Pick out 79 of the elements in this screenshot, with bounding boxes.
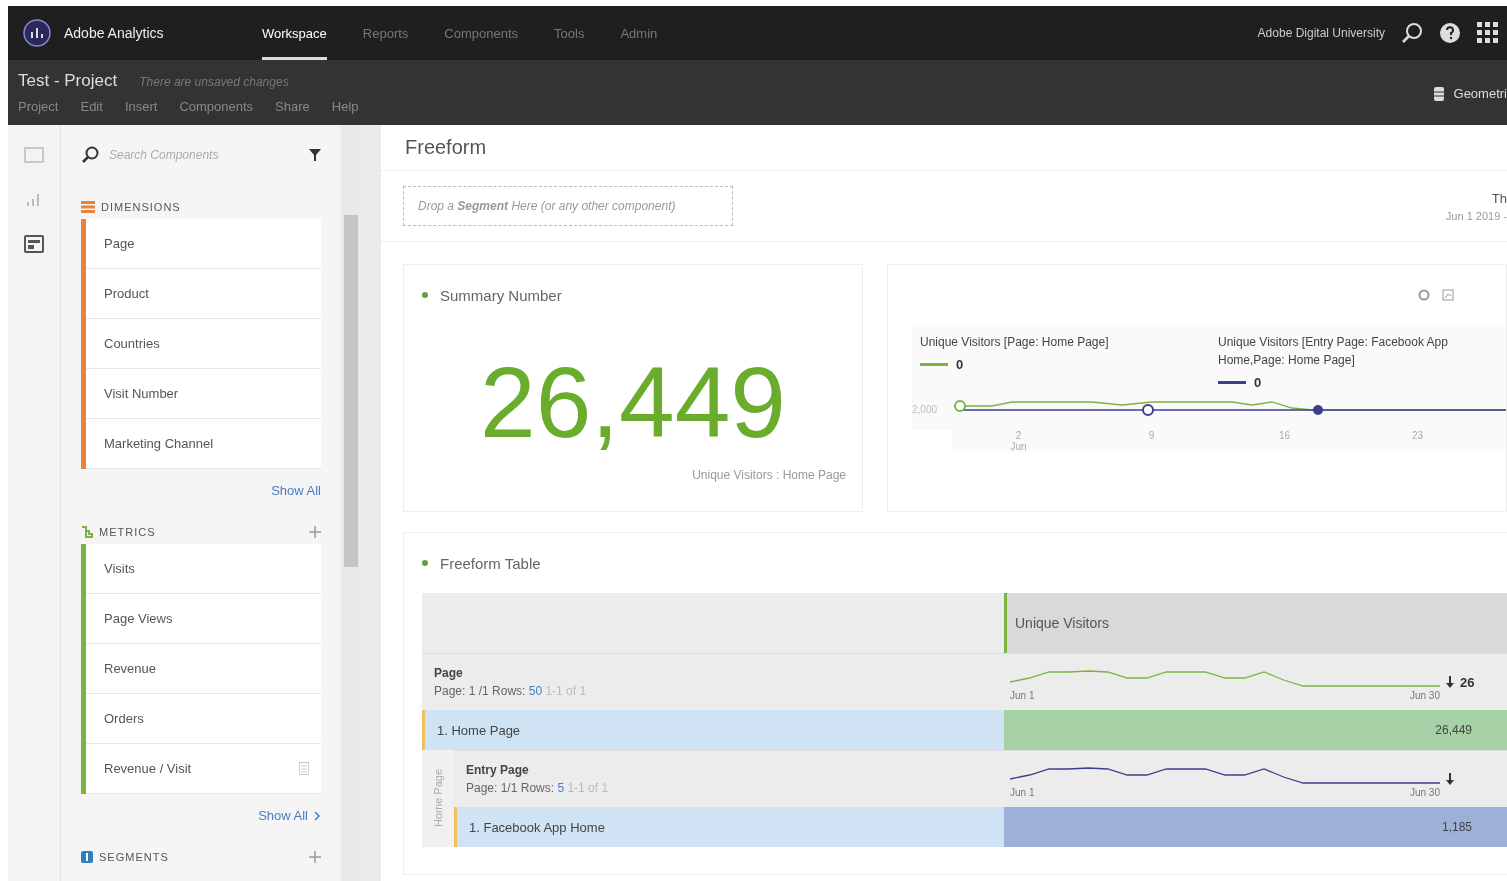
- breakdown-label: Home Page: [432, 769, 444, 828]
- component-item[interactable]: Page Views: [86, 594, 321, 644]
- x-axis-label: 23: [1410, 430, 1425, 441]
- gear-icon[interactable]: [1418, 289, 1430, 301]
- component-item[interactable]: Marketing Channel: [86, 419, 321, 469]
- search-icon[interactable]: [1401, 22, 1423, 44]
- org-name[interactable]: Adobe Digital University: [1257, 26, 1385, 40]
- nav-tab[interactable]: Tools: [554, 6, 585, 60]
- nav-tab[interactable]: Reports: [362, 6, 409, 60]
- axis-label: Jun 30: [1409, 786, 1440, 798]
- section-title: DIMENSIONS: [101, 201, 181, 213]
- chevron-icon: [314, 810, 321, 821]
- menu-item[interactable]: Project: [18, 99, 59, 114]
- unsaved-status: There are unsaved changes: [139, 75, 289, 89]
- scrollbar[interactable]: [341, 125, 361, 881]
- show-all-link[interactable]: Show All: [258, 808, 321, 823]
- row-label[interactable]: 1. Facebook App Home: [454, 807, 1004, 847]
- x-axis-label: 9: [1147, 430, 1156, 441]
- project-title: Test - Project: [18, 71, 118, 91]
- x-axis-label: 2: [1014, 430, 1023, 441]
- menu-item[interactable]: Components: [179, 99, 254, 114]
- menu-item[interactable]: Share: [275, 99, 310, 114]
- show-all-link[interactable]: Show All: [271, 483, 321, 498]
- total-value: 26: [1460, 674, 1475, 690]
- component-item[interactable]: Revenue / Visit: [86, 744, 321, 794]
- component-item[interactable]: Product: [86, 269, 321, 319]
- card-title: Freeform Table: [440, 554, 541, 572]
- filter-icon[interactable]: [309, 149, 321, 161]
- section-title: SEGMENTS: [99, 851, 169, 863]
- apps-grid-icon[interactable]: [1477, 22, 1499, 44]
- axis-label: Jun 1: [1010, 689, 1035, 701]
- panel-icon: [24, 147, 44, 163]
- help-icon[interactable]: [1439, 22, 1461, 44]
- legend-label: Unique Visitors [Page: Home Page]: [920, 334, 1110, 351]
- menu-item[interactable]: Insert: [124, 99, 158, 114]
- components-icon: [24, 235, 44, 253]
- legend-value: 0: [956, 357, 964, 372]
- report-suite[interactable]: Geometri: [1453, 86, 1507, 101]
- rail-button[interactable]: [24, 235, 44, 253]
- component-item[interactable]: Visit Number: [86, 369, 321, 419]
- search-icon: [81, 146, 99, 164]
- sort-icon: [1446, 676, 1454, 688]
- dimension-name: Entry Page: [466, 763, 530, 777]
- x-axis-label: 16: [1277, 430, 1292, 441]
- component-item[interactable]: Visits: [86, 544, 321, 594]
- menu-item[interactable]: Edit: [80, 99, 103, 114]
- column-header[interactable]: Unique Visitors: [1004, 593, 1507, 653]
- sort-icon: [1446, 773, 1454, 785]
- legend-value: 0: [1254, 375, 1262, 390]
- add-icon[interactable]: [309, 851, 321, 863]
- axis-label: Jun 1: [1010, 786, 1035, 798]
- app-name: Adobe Analytics: [64, 25, 164, 41]
- add-icon[interactable]: [309, 526, 321, 538]
- section-title: METRICS: [99, 526, 156, 538]
- date-title: Th: [1491, 190, 1507, 206]
- chart-toggle-icon[interactable]: [1442, 289, 1454, 301]
- nav-tab[interactable]: Admin: [620, 6, 658, 60]
- calculator-icon: [299, 762, 309, 775]
- axis-label: Jun 30: [1409, 689, 1440, 701]
- row-label[interactable]: 1. Home Page: [422, 710, 1004, 750]
- y-axis-label: 2,000: [912, 403, 939, 417]
- menu-item[interactable]: Help: [331, 99, 359, 114]
- component-item[interactable]: Countries: [86, 319, 321, 369]
- value-cell: 1,185: [1004, 807, 1507, 847]
- panel-title: Freeform: [381, 125, 1507, 171]
- summary-caption: Unique Visitors : Home Page: [692, 468, 846, 482]
- component-item[interactable]: Orders: [86, 694, 321, 744]
- value-cell: 26,449: [1004, 710, 1507, 750]
- summary-value: 26,449: [479, 345, 787, 460]
- component-item[interactable]: Page: [86, 219, 321, 269]
- component-item[interactable]: Revenue: [86, 644, 321, 694]
- x-axis-label: Jun: [1009, 441, 1028, 452]
- legend-label: Unique Visitors [Entry Page: Facebook App Home,Page: Home Page]: [1218, 334, 1449, 369]
- nav-tab[interactable]: Components: [444, 6, 519, 60]
- database-icon: [1433, 86, 1444, 101]
- card-title: Summary Number: [440, 286, 562, 304]
- analytics-logo: [22, 18, 52, 48]
- dimension-name: Page: [434, 666, 464, 680]
- search-field[interactable]: Search Components: [107, 147, 301, 163]
